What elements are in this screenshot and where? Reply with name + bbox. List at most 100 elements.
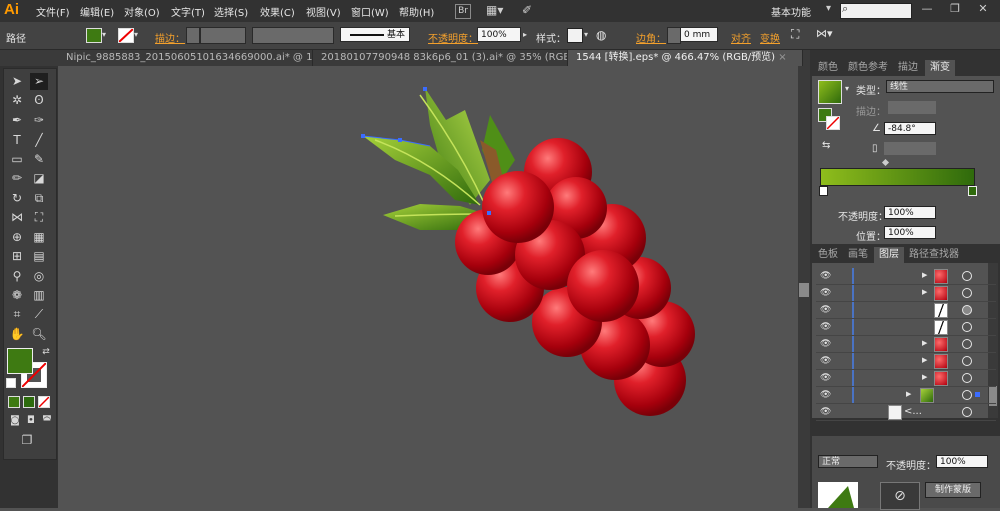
tab-layers[interactable]: 图层 xyxy=(874,247,904,263)
chevron-down-icon[interactable]: ▾ xyxy=(845,84,849,93)
blend-tool-icon[interactable]: ◎ xyxy=(30,268,48,285)
perspective-grid-tool-icon[interactable]: ▦ xyxy=(30,229,48,246)
target-icon[interactable] xyxy=(962,288,972,298)
eye-icon[interactable]: 👁︎ xyxy=(820,271,831,281)
pencil-tool-icon[interactable]: ✏ xyxy=(8,170,26,187)
draw-inside-icon[interactable]: ◚ xyxy=(38,412,56,429)
symbol-sprayer-tool-icon[interactable]: ❁ xyxy=(8,287,26,304)
pen-tool-icon[interactable]: ✒ xyxy=(8,112,26,129)
layer-row-selected[interactable]: 👁︎ ▶ xyxy=(816,387,996,404)
menu-file[interactable]: 文件(F) xyxy=(36,4,70,19)
bridge-icon[interactable]: Br xyxy=(455,4,471,19)
target-icon[interactable] xyxy=(962,390,972,400)
gradient-swatch[interactable] xyxy=(818,80,842,104)
color-mode-icon[interactable] xyxy=(8,396,20,408)
tab-color[interactable]: 颜色 xyxy=(813,60,843,76)
direct-selection-tool-icon[interactable]: ➢ xyxy=(30,73,48,90)
layer-row[interactable]: 👁︎ <... xyxy=(816,404,996,421)
eye-icon[interactable]: 👁︎ xyxy=(820,373,831,383)
search-input[interactable] xyxy=(840,3,912,19)
chevron-down-icon[interactable]: ▾ xyxy=(584,30,588,39)
hand-tool-icon[interactable]: ✋ xyxy=(8,326,26,343)
magic-wand-tool-icon[interactable]: ✲ xyxy=(8,92,26,109)
type-tool-icon[interactable]: T xyxy=(8,132,26,149)
opacity-field[interactable]: 100% xyxy=(477,27,521,42)
zoom-tool-icon[interactable]: 🔍︎ xyxy=(30,326,48,343)
selection-tool-icon[interactable]: ➤ xyxy=(8,73,26,90)
tab-stroke[interactable]: 描边 xyxy=(893,60,923,76)
eraser-tool-icon[interactable]: ◪ xyxy=(30,170,48,187)
stroke-weight-field[interactable] xyxy=(200,27,246,44)
scale-tool-icon[interactable]: ⧉ xyxy=(30,190,48,207)
corner-stepper[interactable] xyxy=(667,27,681,44)
tab-color-guide[interactable]: 颜色参考 xyxy=(843,60,893,76)
stroke-weight-stepper[interactable] xyxy=(186,27,200,44)
chevron-right-icon[interactable]: ▸ xyxy=(523,30,527,39)
isolate-icon[interactable]: ⛶ xyxy=(791,27,799,42)
gradient-mode-icon[interactable] xyxy=(23,396,35,408)
menu-window[interactable]: 窗口(W) xyxy=(351,4,389,19)
slice-tool-icon[interactable]: ⟋ xyxy=(30,306,48,323)
fill-swatch[interactable] xyxy=(86,28,102,43)
target-icon[interactable] xyxy=(962,305,972,315)
eye-icon[interactable]: 👁︎ xyxy=(820,339,831,349)
make-mask-button[interactable]: 制作蒙版 xyxy=(925,482,981,498)
expand-icon[interactable]: ▶ xyxy=(922,288,927,296)
no-mask-icon[interactable]: ⊘ xyxy=(880,482,920,510)
fill-color-box[interactable] xyxy=(7,348,33,374)
rectangle-tool-icon[interactable]: ▭ xyxy=(8,151,26,168)
gradient-position-field[interactable]: 100% xyxy=(884,226,936,239)
anchor-point[interactable] xyxy=(423,87,427,91)
grape-berry[interactable] xyxy=(567,250,639,322)
rotate-tool-icon[interactable]: ↻ xyxy=(8,190,26,207)
gradient-opacity-field[interactable]: 100% xyxy=(884,206,936,219)
workspace-switcher[interactable]: 基本功能 xyxy=(771,4,811,19)
target-icon[interactable] xyxy=(962,373,972,383)
stroke-gradient-buttons[interactable] xyxy=(888,101,936,114)
document-tab-2[interactable]: 20180107790948 83k6p6_01 (3).ai* @ 35% (… xyxy=(313,50,568,66)
anchor-point[interactable] xyxy=(398,138,402,142)
tab-brushes[interactable]: 画笔 xyxy=(843,247,873,263)
gradient-stop-end[interactable] xyxy=(968,186,977,196)
target-icon[interactable] xyxy=(962,271,972,281)
corner-field[interactable]: 0 mm xyxy=(680,27,718,42)
gradient-type-dropdown[interactable]: 线性 xyxy=(886,80,994,93)
layer-row[interactable]: 👁︎ xyxy=(816,319,996,336)
gpu-icon[interactable]: ✐ xyxy=(520,4,534,17)
blend-mode-dropdown[interactable]: 正常 xyxy=(818,455,878,468)
chevron-down-icon[interactable]: ▾ xyxy=(102,30,106,39)
expand-icon[interactable]: ▶ xyxy=(922,271,927,279)
scrollbar-thumb[interactable] xyxy=(799,283,809,297)
target-icon[interactable] xyxy=(962,339,972,349)
eye-icon[interactable]: 👁︎ xyxy=(820,305,831,315)
artboard-canvas[interactable] xyxy=(58,66,798,508)
menu-select[interactable]: 选择(S) xyxy=(214,4,248,19)
line-tool-icon[interactable]: ╱ xyxy=(30,132,48,149)
stroke-swatch[interactable] xyxy=(118,28,134,43)
grapes-artwork[interactable] xyxy=(58,66,798,508)
none-mode-icon[interactable] xyxy=(38,396,50,408)
selection-indicator[interactable] xyxy=(975,392,980,397)
tab-pathfinder[interactable]: 路径查找器 xyxy=(904,247,964,263)
chevron-down-icon[interactable]: ▾ xyxy=(826,3,831,14)
minimize-icon[interactable]: — xyxy=(918,2,936,18)
opacity-link[interactable]: 不透明度： xyxy=(428,30,478,45)
layer-row[interactable]: 👁︎ ▶ xyxy=(816,336,996,353)
target-icon[interactable] xyxy=(962,356,972,366)
layer-row[interactable]: 👁︎ ▶ xyxy=(816,268,996,285)
gradient-slider[interactable] xyxy=(820,168,975,186)
variable-width-dropdown[interactable] xyxy=(252,27,334,44)
layer-row[interactable]: 👁︎ ▶ xyxy=(816,353,996,370)
menu-type[interactable]: 文字(T) xyxy=(171,4,205,19)
maximize-icon[interactable]: ❐ xyxy=(946,2,964,18)
mesh-tool-icon[interactable]: ⊞ xyxy=(8,248,26,265)
anchor-point[interactable] xyxy=(361,134,365,138)
anchor-point[interactable] xyxy=(487,211,491,215)
layer-row[interactable]: 👁︎ xyxy=(816,302,996,319)
gradient-tool-icon[interactable]: ▤ xyxy=(30,248,48,265)
lasso-tool-icon[interactable]: ʘ xyxy=(30,92,48,109)
transparency-opacity-field[interactable]: 100% xyxy=(936,455,988,468)
layer-row[interactable]: 👁︎ ▶ xyxy=(816,285,996,302)
swap-fill-stroke-icon[interactable]: ⇄ xyxy=(37,344,55,361)
graph-tool-icon[interactable]: ▥ xyxy=(30,287,48,304)
